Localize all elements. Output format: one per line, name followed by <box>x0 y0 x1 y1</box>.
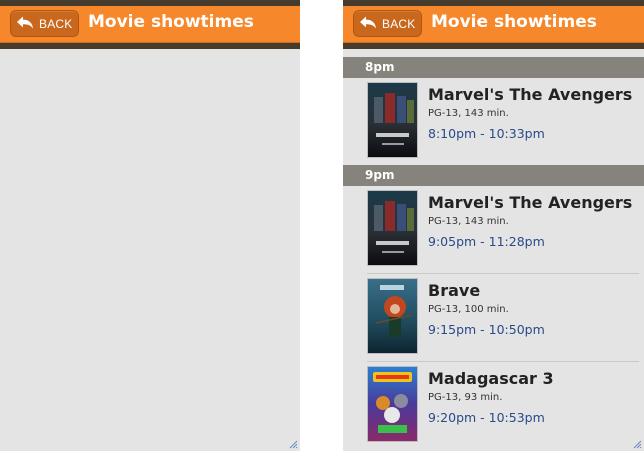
section-header-9pm: 9pm <box>343 165 644 186</box>
resize-grip-icon[interactable] <box>288 439 298 449</box>
back-arrow-icon <box>17 16 33 29</box>
movie-title: Madagascar 3 <box>428 369 554 388</box>
movie-title: Marvel's The Avengers <box>428 85 633 104</box>
section-header-8pm: 8pm <box>343 57 644 78</box>
showtime-item[interactable]: Brave PG-13, 100 min. 9:15pm - 10:50pm <box>367 274 639 362</box>
back-button[interactable]: BACK <box>10 10 79 37</box>
movie-rating-duration: PG-13, 100 min. <box>428 304 509 315</box>
movie-rating-duration: PG-13, 93 min. <box>428 392 503 403</box>
showtime-range[interactable]: 9:20pm - 10:53pm <box>428 410 545 425</box>
avengers-poster <box>367 82 418 158</box>
avengers-poster <box>367 190 418 266</box>
page-title: Movie showtimes <box>431 12 597 32</box>
movie-rating-duration: PG-13, 143 min. <box>428 108 509 119</box>
movie-rating-duration: PG-13, 143 min. <box>428 216 509 227</box>
back-button-label: BACK <box>39 17 73 31</box>
header-underbar <box>343 43 644 49</box>
header-bar: BACK Movie showtimes <box>343 6 644 43</box>
movie-title: Marvel's The Avengers <box>428 193 633 212</box>
showtime-range[interactable]: 9:05pm - 11:28pm <box>428 234 545 249</box>
back-button-label: BACK <box>382 17 416 31</box>
showtimes-screen-empty: BACK Movie showtimes <box>0 0 300 451</box>
brave-poster <box>367 278 418 354</box>
showtime-item[interactable]: Marvel's The Avengers PG-13, 143 min. 8:… <box>367 78 639 165</box>
showtimes-list: 8pm Marvel's The Avengers PG-13, 143 min… <box>343 57 644 449</box>
resize-grip-icon[interactable] <box>632 439 642 449</box>
showtime-range[interactable]: 8:10pm - 10:33pm <box>428 126 545 141</box>
back-button[interactable]: BACK <box>353 10 422 37</box>
header-bar: BACK Movie showtimes <box>0 6 300 43</box>
movie-title: Brave <box>428 281 481 300</box>
page-title: Movie showtimes <box>88 12 254 32</box>
madagascar3-poster <box>367 366 418 442</box>
showtime-range[interactable]: 9:15pm - 10:50pm <box>428 322 545 337</box>
back-arrow-icon <box>360 16 376 29</box>
header-underbar <box>0 43 300 49</box>
showtimes-screen: BACK Movie showtimes 8pm Marvel's The Av… <box>343 0 644 451</box>
showtime-item[interactable]: Madagascar 3 PG-13, 93 min. 9:20pm - 10:… <box>367 362 639 449</box>
showtime-item[interactable]: Marvel's The Avengers PG-13, 143 min. 9:… <box>367 186 639 274</box>
